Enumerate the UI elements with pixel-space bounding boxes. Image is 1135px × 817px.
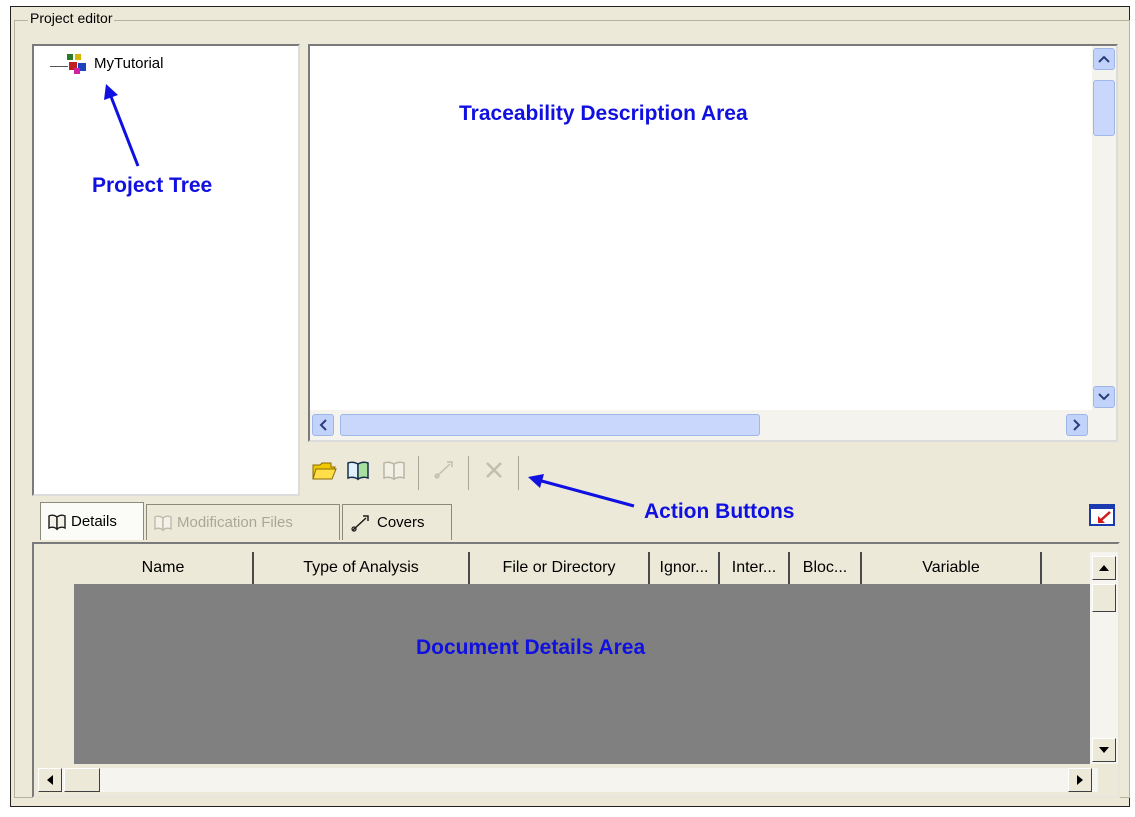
undock-button[interactable] xyxy=(1088,502,1118,528)
link-button xyxy=(430,456,458,484)
chevron-down-icon xyxy=(1098,393,1110,401)
toolbar-separator xyxy=(418,456,419,490)
delete-button xyxy=(480,456,508,484)
tab-details[interactable]: Details xyxy=(40,502,144,540)
toolbar-separator xyxy=(518,456,519,490)
book-icon xyxy=(48,514,66,530)
scroll-up-button[interactable] xyxy=(1093,48,1115,70)
book-icon xyxy=(154,515,172,531)
scroll-left-button[interactable] xyxy=(312,414,334,436)
scroll-down-button[interactable] xyxy=(1093,386,1115,408)
chevron-up-icon xyxy=(1098,55,1110,63)
horizontal-scroll-thumb[interactable] xyxy=(64,768,100,792)
arrow-right-icon xyxy=(1077,775,1083,785)
remove-document-icon xyxy=(383,461,405,481)
horizontal-scroll-thumb[interactable] xyxy=(340,414,760,436)
vertical-scroll-thumb[interactable] xyxy=(1092,584,1116,612)
tab-modification-files-label: Modification Files xyxy=(177,514,293,531)
document-details-area: Name Type of Analysis File or Directory … xyxy=(32,542,1120,798)
chevron-left-icon xyxy=(319,419,327,431)
remove-document-button xyxy=(380,456,408,484)
open-folder-button[interactable] xyxy=(310,456,338,484)
group-label: Project editor xyxy=(28,10,115,26)
arrow-left-icon xyxy=(47,775,53,785)
traceability-area-annotation: Traceability Description Area xyxy=(459,102,748,125)
action-buttons-arrow-icon xyxy=(528,474,635,508)
column-header[interactable]: Bloc... xyxy=(790,552,862,584)
link-icon xyxy=(434,461,453,479)
tab-covers[interactable]: Covers xyxy=(342,504,452,540)
column-header[interactable]: Ignor... xyxy=(650,552,720,584)
project-tree-annotation: Project Tree xyxy=(92,174,213,197)
tab-modification-files[interactable]: Modification Files xyxy=(146,504,340,540)
action-buttons-annotation: Action Buttons xyxy=(644,500,795,523)
column-header[interactable]: Name xyxy=(74,552,254,584)
undock-icon xyxy=(1089,504,1115,526)
tab-details-label: Details xyxy=(71,513,117,530)
column-header[interactable]: File or Directory xyxy=(470,552,650,584)
toolbar-separator xyxy=(468,456,469,490)
project-tree-panel[interactable]: MyTutorial xyxy=(32,44,300,496)
column-header[interactable]: Inter... xyxy=(720,552,790,584)
scroll-right-button[interactable] xyxy=(1066,414,1088,436)
scroll-down-button[interactable] xyxy=(1092,738,1116,762)
vertical-scrollbar[interactable] xyxy=(1090,552,1118,764)
grid-body[interactable] xyxy=(74,584,1090,764)
vertical-scroll-thumb[interactable] xyxy=(1093,80,1115,136)
action-toolbar xyxy=(308,452,528,492)
add-document-button[interactable] xyxy=(344,456,372,484)
tree-root-label[interactable]: MyTutorial xyxy=(94,55,163,72)
chevron-right-icon xyxy=(1073,419,1081,431)
project-icon xyxy=(67,54,86,74)
horizontal-scrollbar[interactable] xyxy=(38,768,1098,792)
add-document-icon xyxy=(347,461,369,481)
arrow-up-icon xyxy=(1099,565,1109,571)
grid-header: Name Type of Analysis File or Directory … xyxy=(74,552,1084,585)
arrow-down-icon xyxy=(1099,747,1109,753)
delete-icon xyxy=(486,462,502,478)
project-tree-arrow-icon xyxy=(104,84,140,167)
column-header[interactable]: Variable xyxy=(862,552,1042,584)
scroll-up-button[interactable] xyxy=(1092,556,1116,580)
document-details-annotation: Document Details Area xyxy=(416,636,646,659)
link-icon xyxy=(351,514,369,532)
scroll-right-button[interactable] xyxy=(1068,768,1092,792)
tab-covers-label: Covers xyxy=(377,514,425,531)
column-header[interactable]: Type of Analysis xyxy=(254,552,470,584)
horizontal-scrollbar[interactable] xyxy=(310,410,1116,440)
scroll-left-button[interactable] xyxy=(38,768,62,792)
open-folder-icon xyxy=(312,462,337,480)
vertical-scrollbar[interactable] xyxy=(1092,46,1116,410)
